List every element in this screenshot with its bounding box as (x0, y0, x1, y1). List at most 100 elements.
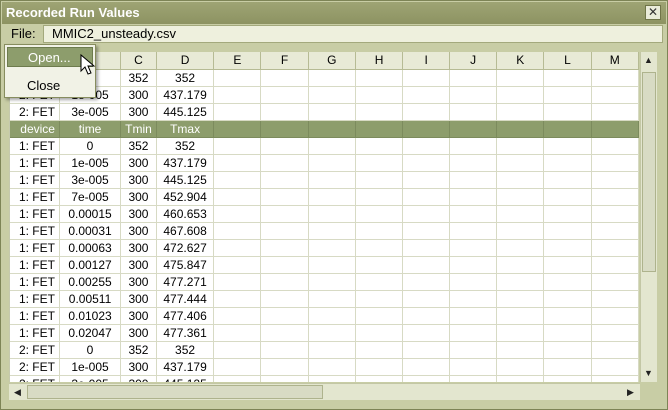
column-header-e[interactable]: E (213, 52, 262, 70)
column-header-k[interactable]: K (496, 52, 545, 70)
grid-cell[interactable]: 300 (120, 103, 157, 121)
grid-cell[interactable] (355, 375, 404, 382)
grid-cell[interactable] (355, 256, 404, 274)
grid-cell[interactable] (355, 154, 404, 172)
grid-cell[interactable] (591, 307, 639, 325)
scroll-left-icon[interactable]: ◀ (10, 384, 25, 400)
grid-cell[interactable] (260, 239, 309, 257)
grid-cell[interactable] (308, 154, 356, 172)
grid-cell[interactable]: 300 (120, 171, 157, 189)
grid-cell[interactable]: 300 (120, 273, 157, 291)
grid-cell[interactable] (591, 273, 639, 291)
grid-cell[interactable]: 0.00127 (59, 256, 122, 274)
grid-cell[interactable]: 300 (120, 324, 157, 342)
grid-cell[interactable] (591, 188, 639, 206)
grid-cell[interactable]: 1: FET (10, 188, 60, 206)
grid-cell[interactable]: 475.847 (156, 256, 215, 274)
grid-cell[interactable]: Tmin (120, 120, 157, 138)
grid-cell[interactable]: 1: FET (10, 205, 60, 223)
close-button[interactable]: ✕ (645, 5, 661, 20)
grid-cell[interactable] (449, 120, 498, 138)
grid-cell[interactable]: 477.271 (156, 273, 215, 291)
grid-cell[interactable] (260, 358, 309, 376)
file-menu[interactable]: File: (5, 24, 43, 44)
grid-cell[interactable] (260, 188, 309, 206)
grid-cell[interactable]: 352 (120, 341, 157, 359)
column-header-l[interactable]: L (543, 52, 592, 70)
grid-cell[interactable] (591, 120, 639, 138)
grid-cell[interactable] (260, 290, 309, 308)
grid-cell[interactable] (308, 171, 356, 189)
grid-cell[interactable]: Tmax (156, 120, 215, 138)
grid-cell[interactable] (308, 273, 356, 291)
grid-cell[interactable] (496, 290, 545, 308)
grid-cell[interactable] (213, 171, 262, 189)
grid-cell[interactable]: 300 (120, 222, 157, 240)
grid-cell[interactable] (449, 307, 498, 325)
grid-cell[interactable] (449, 273, 498, 291)
grid-cell[interactable] (543, 205, 592, 223)
grid-cell[interactable] (308, 375, 356, 382)
grid-cell[interactable]: 1: FET (10, 222, 60, 240)
grid-cell[interactable] (260, 137, 309, 155)
vertical-scrollbar[interactable]: ▲ ▼ (640, 52, 657, 382)
grid-cell[interactable] (213, 324, 262, 342)
grid-cell[interactable] (543, 86, 592, 104)
column-header-m[interactable]: M (591, 52, 639, 70)
grid-cell[interactable]: 437.179 (156, 154, 215, 172)
column-header-h[interactable]: H (355, 52, 404, 70)
grid-cell[interactable] (496, 171, 545, 189)
grid-cell[interactable]: 1: FET (10, 239, 60, 257)
grid-cell[interactable] (543, 69, 592, 87)
grid-cell[interactable] (496, 137, 545, 155)
grid-cell[interactable] (496, 154, 545, 172)
grid-cell[interactable] (496, 273, 545, 291)
grid-cell[interactable] (543, 103, 592, 121)
grid-cell[interactable] (449, 324, 498, 342)
grid-cell[interactable] (308, 137, 356, 155)
grid-cell[interactable] (449, 86, 498, 104)
grid-cell[interactable]: 0.00255 (59, 273, 122, 291)
grid-cell[interactable]: time (59, 120, 122, 138)
grid-cell[interactable] (496, 341, 545, 359)
grid-cell[interactable] (543, 137, 592, 155)
grid-cell[interactable]: 0.00063 (59, 239, 122, 257)
grid-cell[interactable] (496, 69, 545, 87)
grid-cell[interactable]: device (10, 120, 60, 138)
grid-cell[interactable] (260, 103, 309, 121)
grid-cell[interactable] (213, 307, 262, 325)
grid-cell[interactable] (213, 154, 262, 172)
grid-cell[interactable]: 1: FET (10, 171, 60, 189)
grid-cell[interactable]: 300 (120, 290, 157, 308)
grid-cell[interactable] (449, 171, 498, 189)
grid-cell[interactable] (496, 239, 545, 257)
grid-cell[interactable] (449, 341, 498, 359)
grid-cell[interactable] (308, 341, 356, 359)
grid-cell[interactable]: 437.179 (156, 358, 215, 376)
grid-cell[interactable] (308, 188, 356, 206)
grid-cell[interactable] (402, 205, 451, 223)
grid-cell[interactable]: 460.653 (156, 205, 215, 223)
grid-cell[interactable] (260, 307, 309, 325)
grid-cell[interactable] (402, 69, 451, 87)
grid-cell[interactable]: 300 (120, 375, 157, 382)
grid-cell[interactable] (402, 307, 451, 325)
vertical-scroll-thumb[interactable] (642, 72, 656, 272)
grid-cell[interactable] (496, 358, 545, 376)
grid-cell[interactable] (308, 103, 356, 121)
grid-cell[interactable] (308, 358, 356, 376)
grid-cell[interactable]: 3e-005 (59, 103, 122, 121)
grid-cell[interactable] (308, 256, 356, 274)
grid-cell[interactable]: 352 (156, 137, 215, 155)
grid-cell[interactable] (355, 205, 404, 223)
grid-cell[interactable] (355, 188, 404, 206)
grid-cell[interactable] (355, 171, 404, 189)
grid-cell[interactable]: 300 (120, 205, 157, 223)
grid-cell[interactable] (402, 239, 451, 257)
grid-cell[interactable] (402, 103, 451, 121)
grid-cell[interactable]: 467.608 (156, 222, 215, 240)
grid-cell[interactable] (260, 120, 309, 138)
grid-cell[interactable] (496, 222, 545, 240)
grid-cell[interactable] (355, 358, 404, 376)
grid-cell[interactable]: 0.02047 (59, 324, 122, 342)
